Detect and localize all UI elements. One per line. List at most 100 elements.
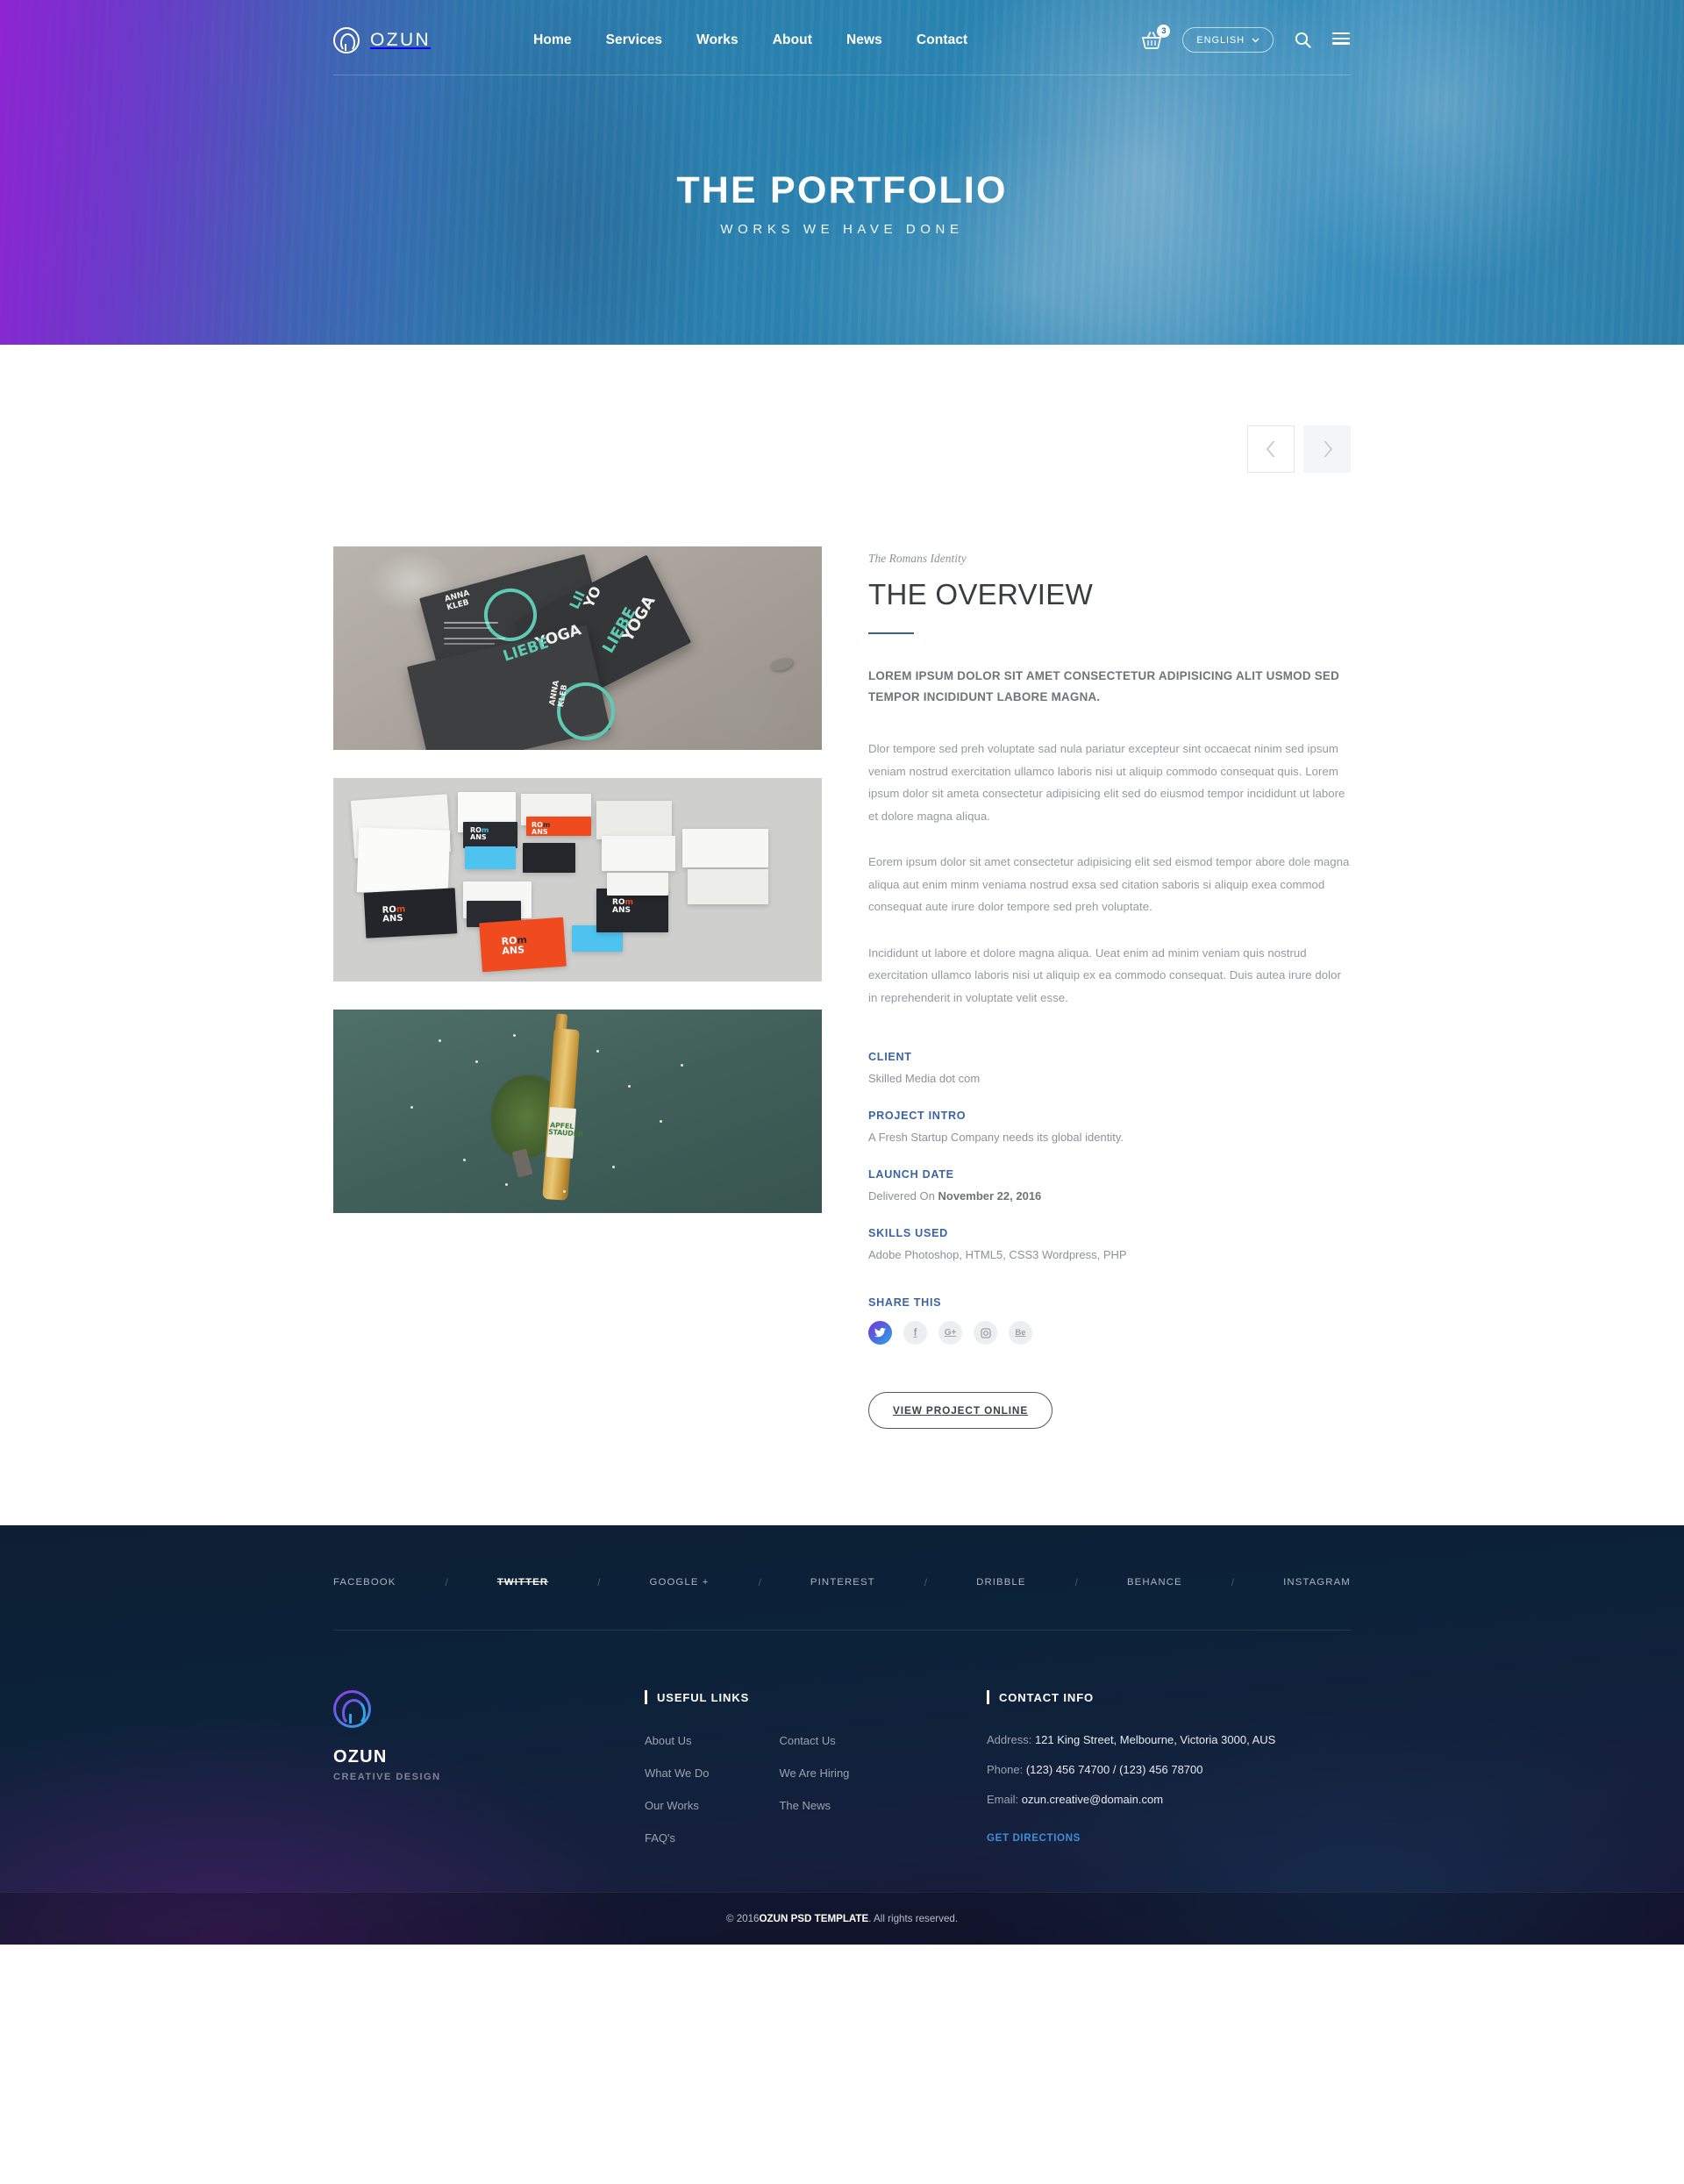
overview-paragraph-1: Dlor tempore sed preh voluptate sad nula… [868, 742, 1345, 823]
meta-launch-date: LAUNCH DATE Delivered On November 22, 20… [868, 1168, 1351, 1203]
share-facebook-button[interactable]: f [903, 1321, 927, 1345]
meta-client: CLIENT Skilled Media dot com [868, 1051, 1351, 1085]
cart-button[interactable]: 3 [1140, 24, 1171, 52]
share-buttons: f G+ Be [868, 1321, 1351, 1345]
list-item: Contact Us [779, 1733, 849, 1749]
overview-lead: Lorem ipsum dolor sit amet consectetur a… [868, 669, 1340, 703]
share-instagram-button[interactable] [974, 1321, 997, 1345]
language-selector[interactable]: ENGLISH [1182, 27, 1274, 53]
chevron-right-icon [1324, 440, 1332, 458]
header-actions: 3 ENGLISH [1140, 24, 1351, 53]
portfolio-detail-main: ANNA KLEB YO LII YOGA LIEBE YOGA LIEBE AN… [333, 345, 1351, 1525]
google-plus-icon: G+ [944, 1328, 957, 1338]
brand-logo-link[interactable]: OZUN [333, 26, 432, 54]
meta-skills-value: Adobe Photoshop, HTML5, CSS3 Wordpress, … [868, 1248, 1127, 1261]
share-heading: SHARE THIS [868, 1296, 942, 1309]
brand-name: OZUN [370, 29, 432, 50]
copyright-bar: © 2016 OZUN PSD TEMPLATE . All rights re… [0, 1892, 1684, 1945]
footer-social-dribble[interactable]: DRIBBLE [976, 1577, 1025, 1588]
romans-stationery-flatlay-photo[interactable]: ROm ANS ROm ANS ROm ANS ROm ANS ROm ANS [333, 778, 822, 981]
footer-social-facebook[interactable]: FACEBOOK [333, 1577, 396, 1588]
link-our-works[interactable]: Our Works [645, 1799, 699, 1812]
link-the-news[interactable]: The News [779, 1799, 831, 1812]
link-what-we-do[interactable]: What We Do [645, 1766, 709, 1780]
contact-address-row: Address: 121 King Street, Melbourne, Vic… [987, 1733, 1351, 1746]
contact-info-heading-text: CONTACT INFO [999, 1690, 1095, 1704]
heading-accent-bar [645, 1690, 647, 1704]
separator: / [445, 1576, 448, 1588]
view-project-online-button[interactable]: VIEW PROJECT ONLINE [868, 1392, 1053, 1429]
language-label: ENGLISH [1196, 34, 1245, 46]
list-item: We Are Hiring [779, 1766, 849, 1781]
nav-item-home[interactable]: Home [533, 32, 571, 48]
chevron-down-icon [1252, 38, 1259, 43]
footer-social-behance[interactable]: BEHANCE [1127, 1577, 1182, 1588]
contact-email-value[interactable]: ozun.creative@domain.com [1022, 1793, 1163, 1806]
contact-info-heading: CONTACT INFO [987, 1690, 1351, 1704]
hamburger-menu-icon [1332, 32, 1350, 47]
footer-social-google-plus[interactable]: GOOGLE + [650, 1577, 710, 1588]
apfel-stauder-bottle-photo[interactable]: APFEL STAUDER [333, 1010, 822, 1213]
project-pager [1247, 425, 1351, 473]
nav-item-works[interactable]: Works [696, 32, 739, 48]
footer-social-pinterest[interactable]: PINTEREST [810, 1577, 875, 1588]
main-nav: Home Services Works About News Contact [533, 32, 967, 48]
get-directions-link[interactable]: GET DIRECTIONS [987, 1832, 1081, 1844]
twitter-icon [874, 1328, 886, 1338]
footer-brand-block: OZUN CREATIVE DESIGN [333, 1690, 645, 1863]
nav-item-contact[interactable]: Contact [917, 32, 967, 48]
nav-item-services[interactable]: Services [606, 32, 663, 48]
instagram-icon [980, 1327, 991, 1338]
contact-phone-value[interactable]: (123) 456 74700 / (123) 456 78700 [1026, 1763, 1203, 1776]
link-about-us[interactable]: About Us [645, 1734, 691, 1747]
contact-phone-label: Phone: [987, 1763, 1024, 1776]
project-eyebrow: The Romans Identity [868, 552, 967, 565]
previous-project-button[interactable] [1247, 425, 1295, 473]
link-we-are-hiring[interactable]: We Are Hiring [779, 1766, 849, 1780]
list-item: About Us [645, 1733, 709, 1749]
page-title: THE PORTFOLIO [676, 169, 1008, 211]
list-item: Our Works [645, 1798, 709, 1814]
meta-skills-label: SKILLS USED [868, 1227, 948, 1239]
footer-useful-links: USEFUL LINKS About Us What We Do Our Wor… [645, 1690, 987, 1863]
launch-prefix: Delivered On [868, 1189, 938, 1203]
separator: / [758, 1576, 761, 1588]
separator: / [1074, 1576, 1078, 1588]
nav-item-news[interactable]: News [846, 32, 882, 48]
search-button[interactable] [1293, 31, 1312, 50]
share-behance-button[interactable]: Be [1009, 1321, 1032, 1345]
contact-email-label: Email: [987, 1793, 1019, 1806]
copyright-prefix: © 2016 [725, 1913, 760, 1924]
hero-heading-block: THE PORTFOLIO WORKS WE HAVE DONE [0, 169, 1684, 237]
yoga-liebe-business-cards-photo[interactable]: ANNA KLEB YO LII YOGA LIEBE YOGA LIEBE AN… [333, 546, 822, 750]
footer-brand-name: OZUN [333, 1747, 388, 1766]
link-faqs[interactable]: FAQ's [645, 1831, 675, 1845]
hero-banner: OZUN Home Services Works About News Cont… [0, 0, 1684, 345]
overview-title: THE OVERVIEW [868, 578, 1094, 610]
launch-value: November 22, 2016 [938, 1189, 1042, 1203]
next-project-button[interactable] [1303, 425, 1351, 473]
separator: / [597, 1576, 601, 1588]
meta-client-label: CLIENT [868, 1051, 912, 1063]
list-item: The News [779, 1798, 849, 1814]
meta-skills-used: SKILLS USED Adobe Photoshop, HTML5, CSS3… [868, 1227, 1351, 1261]
footer-social-instagram[interactable]: INSTAGRAM [1283, 1577, 1351, 1588]
separator: / [924, 1576, 928, 1588]
list-item: FAQ's [645, 1831, 709, 1846]
share-google-plus-button[interactable]: G+ [938, 1321, 962, 1345]
contact-address-label: Address: [987, 1733, 1032, 1746]
footer-social-links: FACEBOOK / TWITTER / GOOGLE + / PINTERES… [333, 1525, 1351, 1590]
nav-item-about[interactable]: About [773, 32, 812, 48]
title-underline [868, 632, 914, 634]
share-twitter-button[interactable] [868, 1321, 892, 1345]
menu-button[interactable] [1331, 31, 1351, 50]
cart-count-badge: 3 [1157, 24, 1171, 38]
useful-links-heading: USEFUL LINKS [645, 1690, 987, 1704]
useful-links-heading-text: USEFUL LINKS [657, 1690, 750, 1704]
meta-project-intro-value: A Fresh Startup Company needs its global… [868, 1131, 1124, 1144]
link-contact-us[interactable]: Contact Us [779, 1734, 835, 1747]
footer-brand-tagline: CREATIVE DESIGN [333, 1772, 441, 1782]
footer-social-twitter[interactable]: TWITTER [497, 1577, 548, 1588]
contact-email-row: Email: ozun.creative@domain.com [987, 1793, 1351, 1806]
copyright-brand: OZUN PSD TEMPLATE [759, 1913, 869, 1924]
